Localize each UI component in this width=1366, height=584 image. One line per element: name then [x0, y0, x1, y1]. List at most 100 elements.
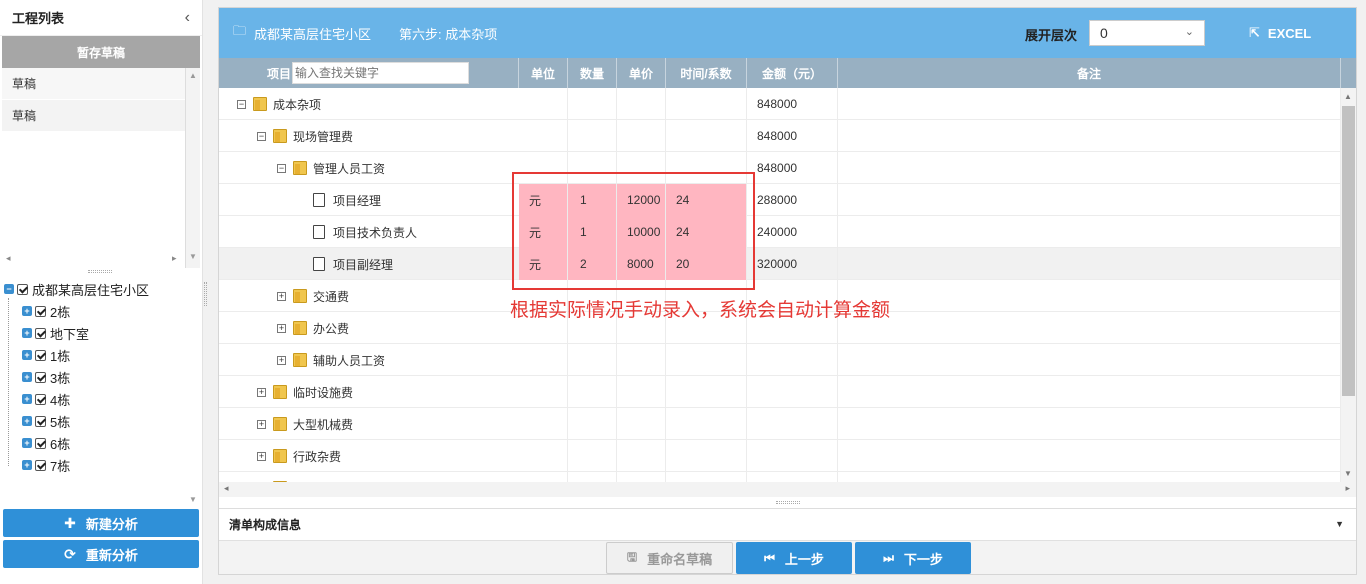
cell-qty[interactable]: [568, 344, 617, 376]
collapse-node-icon[interactable]: −: [257, 131, 266, 141]
cell-time[interactable]: 24: [666, 184, 747, 216]
scroll-up-icon[interactable]: ▲: [189, 71, 197, 80]
scroll-up-icon[interactable]: ▲: [1344, 92, 1352, 101]
splitter-handle[interactable]: [88, 270, 112, 273]
tree-node[interactable]: + 3栋: [4, 366, 188, 388]
checkbox-checked[interactable]: [35, 459, 46, 471]
new-analysis-button[interactable]: ✚ 新建分析: [3, 509, 199, 537]
expand-node-icon[interactable]: +: [257, 451, 266, 461]
table-row[interactable]: +: [219, 472, 1341, 482]
scroll-left-icon[interactable]: ◂: [6, 253, 11, 264]
cell-time[interactable]: [666, 120, 747, 152]
table-row[interactable]: 项目副经理 元 2 8000 20 320000: [219, 248, 1341, 280]
tree-vertical-scrollbar[interactable]: ▼: [186, 278, 200, 506]
expand-icon[interactable]: +: [22, 306, 32, 316]
expand-icon[interactable]: +: [22, 350, 32, 360]
cell-note[interactable]: [838, 440, 1341, 472]
expand-icon[interactable]: +: [22, 416, 32, 426]
cell-price[interactable]: [617, 120, 666, 152]
rename-draft-button[interactable]: 🖫 重命名草稿: [606, 542, 733, 574]
cell-price[interactable]: 12000: [617, 184, 666, 216]
cell-note[interactable]: [838, 184, 1341, 216]
expand-node-icon[interactable]: +: [277, 355, 286, 365]
checkbox-checked[interactable]: [35, 371, 46, 383]
expand-icon[interactable]: +: [22, 372, 32, 382]
cell-price[interactable]: [617, 440, 666, 472]
cell-qty[interactable]: 1: [568, 184, 617, 216]
cell-qty[interactable]: [568, 120, 617, 152]
cell-qty[interactable]: [568, 152, 617, 184]
vertical-splitter-handle[interactable]: [204, 282, 207, 306]
caret-down-icon[interactable]: ▼: [1335, 519, 1344, 529]
cell-unit[interactable]: 元: [519, 216, 568, 248]
cell-price[interactable]: [617, 88, 666, 120]
scroll-right-icon[interactable]: ▸: [172, 253, 177, 264]
checkbox-checked[interactable]: [35, 349, 46, 361]
expand-node-icon[interactable]: +: [257, 419, 266, 429]
cell-note[interactable]: [838, 376, 1341, 408]
tree-node[interactable]: + 2栋: [4, 300, 188, 322]
expand-level-select[interactable]: 0 ⌄: [1089, 20, 1205, 46]
checkbox-checked[interactable]: [35, 305, 46, 317]
cell-note[interactable]: [838, 120, 1341, 152]
expand-node-icon[interactable]: +: [277, 323, 286, 333]
cell-qty[interactable]: [568, 440, 617, 472]
cell-unit[interactable]: [519, 472, 568, 482]
scroll-down-icon[interactable]: ▼: [1344, 469, 1352, 478]
checkbox-checked[interactable]: [35, 437, 46, 449]
table-row[interactable]: 项目技术负责人 元 1 10000 24 240000: [219, 216, 1341, 248]
cell-time[interactable]: [666, 440, 747, 472]
table-row[interactable]: + 大型机械费: [219, 408, 1341, 440]
collapse-panel-icon[interactable]: ‹: [185, 9, 190, 27]
table-row[interactable]: − 管理人员工资 848000: [219, 152, 1341, 184]
scroll-right-icon[interactable]: ▸: [1345, 483, 1350, 494]
draft-item[interactable]: 草稿: [2, 68, 185, 100]
cell-unit[interactable]: 元: [519, 248, 568, 280]
table-vertical-scrollbar[interactable]: ▲ ▼: [1341, 88, 1356, 482]
cell-note[interactable]: [838, 216, 1341, 248]
prev-step-button[interactable]: ⏮ 上一步: [736, 542, 852, 574]
cell-price[interactable]: [617, 152, 666, 184]
expand-icon[interactable]: +: [22, 438, 32, 448]
drafts-vertical-scrollbar[interactable]: ▲ ▼: [186, 68, 200, 268]
table-row[interactable]: − 成本杂项 848000: [219, 88, 1341, 120]
collapse-node-icon[interactable]: −: [277, 163, 286, 173]
cell-note[interactable]: [838, 88, 1341, 120]
tree-node[interactable]: + 6栋: [4, 432, 188, 454]
cell-time[interactable]: [666, 472, 747, 482]
table-row[interactable]: + 临时设施费: [219, 376, 1341, 408]
cell-qty[interactable]: [568, 376, 617, 408]
cell-price[interactable]: [617, 344, 666, 376]
expand-icon[interactable]: +: [22, 460, 32, 470]
cell-price[interactable]: [617, 408, 666, 440]
table-row[interactable]: + 行政杂费: [219, 440, 1341, 472]
next-step-button[interactable]: ⏭ 下一步: [855, 542, 971, 574]
tree-node[interactable]: + 1栋: [4, 344, 188, 366]
cell-note[interactable]: [838, 344, 1341, 376]
tree-node[interactable]: + 7栋: [4, 454, 188, 476]
expand-node-icon[interactable]: +: [277, 291, 286, 301]
cell-note[interactable]: [838, 312, 1341, 344]
cell-price[interactable]: 10000: [617, 216, 666, 248]
scroll-down-icon[interactable]: ▼: [189, 252, 197, 261]
cell-time[interactable]: [666, 408, 747, 440]
scroll-down-icon[interactable]: ▼: [189, 495, 197, 504]
expand-icon[interactable]: +: [22, 328, 32, 338]
cell-time[interactable]: 24: [666, 216, 747, 248]
cell-time[interactable]: [666, 376, 747, 408]
cell-unit[interactable]: [519, 152, 568, 184]
tree-node-root[interactable]: − 成都某高层住宅小区: [4, 278, 188, 300]
cell-unit[interactable]: [519, 408, 568, 440]
cell-qty[interactable]: [568, 472, 617, 482]
scrollbar-thumb[interactable]: [1342, 106, 1355, 396]
drafts-horizontal-scrollbar[interactable]: ◂ ▸: [2, 252, 186, 266]
cell-note[interactable]: [838, 248, 1341, 280]
cell-note[interactable]: [838, 408, 1341, 440]
cell-qty[interactable]: [568, 88, 617, 120]
cell-unit[interactable]: 元: [519, 184, 568, 216]
scroll-left-icon[interactable]: ◂: [224, 483, 229, 494]
cell-time[interactable]: [666, 152, 747, 184]
cell-unit[interactable]: [519, 88, 568, 120]
expand-node-icon[interactable]: +: [257, 387, 266, 397]
detail-section-header[interactable]: 清单构成信息 ▼: [219, 508, 1356, 540]
